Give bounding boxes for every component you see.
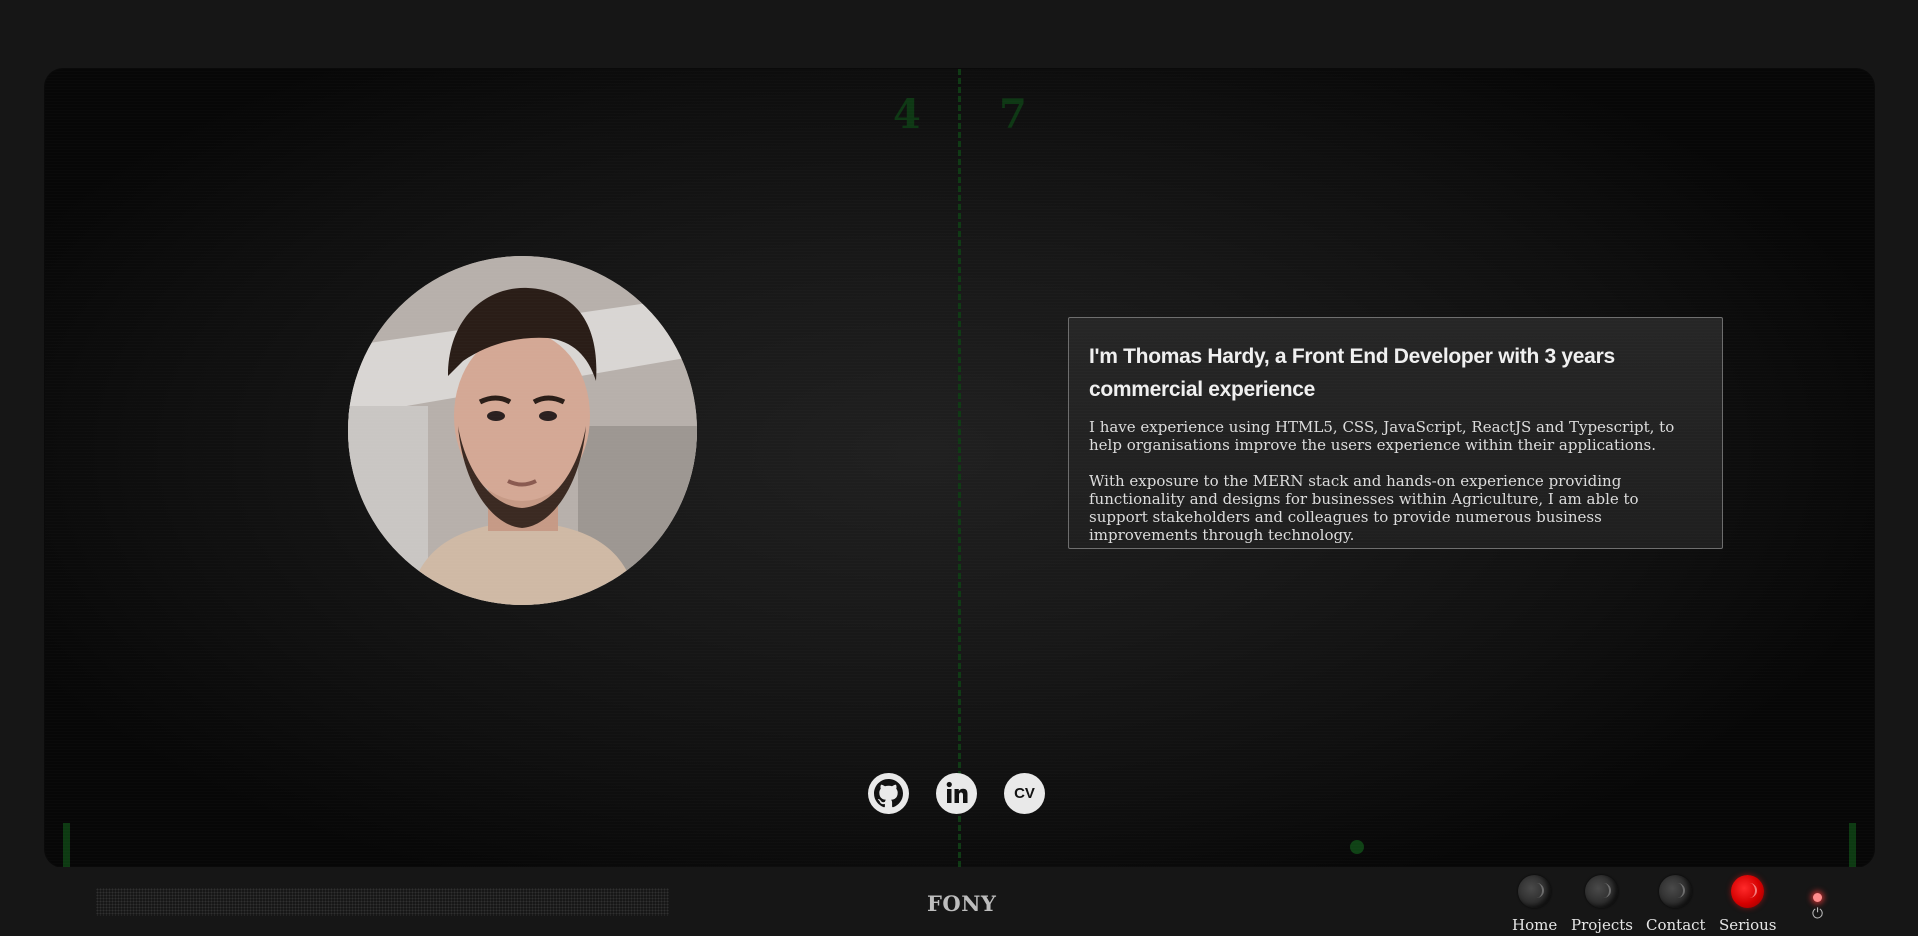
linkedin-icon xyxy=(946,781,968,803)
nav-label-contact: Contact xyxy=(1646,916,1706,934)
tv-screen-frame: 4 7 I'm Thomas Hardy, a Front End Develo… xyxy=(45,69,1874,867)
nav-label-serious: Serious xyxy=(1719,916,1777,934)
pong-paddle-left xyxy=(63,823,70,867)
crt-screen: 4 7 I'm Thomas Hardy, a Front End Develo… xyxy=(45,69,1874,867)
about-heading: I'm Thomas Hardy, a Front End Developer … xyxy=(1089,345,1615,401)
brand-logo: FONY xyxy=(927,891,997,916)
nav-knob-home[interactable]: Home xyxy=(1512,875,1557,934)
knob-icon xyxy=(1659,875,1693,908)
power-icon: ⏻ xyxy=(1812,906,1824,922)
cv-link[interactable]: CV xyxy=(1004,773,1045,814)
cv-icon: CV xyxy=(1014,785,1035,802)
nav-knob-contact[interactable]: Contact xyxy=(1646,875,1706,934)
knob-icon xyxy=(1731,875,1765,908)
pong-ball xyxy=(1350,840,1364,854)
tv-bottom-bar: FONY Home Projects Contact Serious ⏻ xyxy=(0,867,1918,936)
about-card: I'm Thomas Hardy, a Front End Developer … xyxy=(1068,317,1723,549)
about-paragraph-experience: With exposure to the MERN stack and hand… xyxy=(1089,472,1639,544)
profile-photo xyxy=(348,256,697,605)
power-led xyxy=(1813,893,1823,902)
pong-center-line xyxy=(958,69,961,867)
social-links: CV xyxy=(868,773,1045,814)
linkedin-link[interactable] xyxy=(936,773,977,814)
nav-label-projects: Projects xyxy=(1571,916,1633,934)
profile-photo-illustration xyxy=(348,256,697,605)
power-button[interactable]: ⏻ xyxy=(1812,893,1823,921)
nav-label-home: Home xyxy=(1512,916,1558,934)
knob-icon xyxy=(1518,875,1552,908)
pong-paddle-right xyxy=(1849,823,1856,867)
nav-knob-serious[interactable]: Serious xyxy=(1719,875,1777,934)
pong-score-left: 4 xyxy=(893,91,921,138)
nav-knob-projects[interactable]: Projects xyxy=(1571,875,1633,934)
github-link[interactable] xyxy=(868,773,909,814)
knob-icon xyxy=(1585,875,1619,908)
pong-score-right: 7 xyxy=(999,91,1027,138)
speaker-grille xyxy=(96,888,669,916)
about-paragraph-skills: I have experience using HTML5, CSS, Java… xyxy=(1089,418,1675,454)
github-icon xyxy=(874,779,903,808)
